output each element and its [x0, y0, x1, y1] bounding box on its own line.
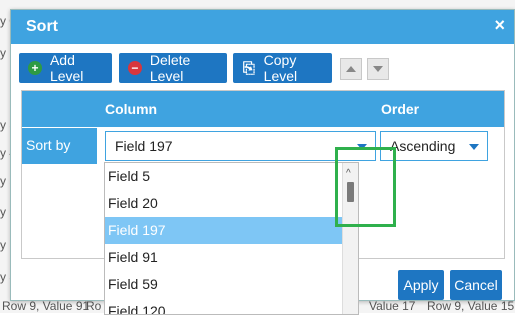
dropdown-item[interactable]: Field 5 [105, 163, 342, 190]
cancel-button[interactable]: Cancel [450, 270, 502, 300]
bg-cell: Ro [86, 299, 102, 313]
order-select[interactable]: Ascending [380, 131, 488, 161]
delete-level-button[interactable]: − Delete Level [119, 52, 227, 84]
copy-level-button[interactable]: ⎘ Copy Level [233, 52, 332, 84]
dialog-titlebar: Sort × [11, 10, 514, 44]
delete-level-label: Delete Level [149, 52, 191, 84]
order-select-value: Ascending [390, 138, 456, 154]
bg-cell: Value 17 [369, 299, 416, 313]
apply-button[interactable]: Apply [398, 270, 444, 300]
dropdown-item[interactable]: Field 120 [105, 298, 342, 314]
highlight-box [335, 147, 396, 227]
close-icon[interactable]: × [494, 15, 505, 36]
add-level-button[interactable]: + Add Level [19, 52, 112, 84]
copy-level-label: Copy Level [263, 52, 298, 84]
bg-cell: Row 9, Value 15 [427, 299, 515, 313]
dropdown-item-selected[interactable]: Field 197 [105, 217, 342, 244]
move-down-button[interactable] [367, 58, 389, 80]
grid-header: Column Order [22, 91, 504, 127]
dropdown-item[interactable]: Field 59 [105, 271, 342, 298]
copy-icon: ⎘ [242, 59, 255, 77]
column-header: Column [105, 101, 158, 117]
plus-icon: + [28, 61, 42, 75]
add-level-label: Add Level [49, 52, 84, 84]
chevron-down-icon [469, 144, 479, 150]
dialog-title: Sort [26, 18, 58, 35]
arrow-up-icon [346, 66, 356, 72]
dropdown-item[interactable]: Field 91 [105, 244, 342, 271]
bg-cell: Row 9, Value 91 [2, 299, 90, 313]
minus-icon: − [128, 61, 142, 75]
move-up-button[interactable] [340, 58, 362, 80]
column-select-value: Field 197 [115, 138, 173, 154]
dropdown-item[interactable]: Field 20 [105, 190, 342, 217]
column-dropdown-list[interactable]: Field 5 Field 20 Field 197 Field 91 Fiel… [104, 162, 359, 315]
order-header: Order [381, 101, 420, 117]
sort-by-label: Sort by [26, 137, 71, 153]
arrow-down-icon [373, 66, 383, 72]
